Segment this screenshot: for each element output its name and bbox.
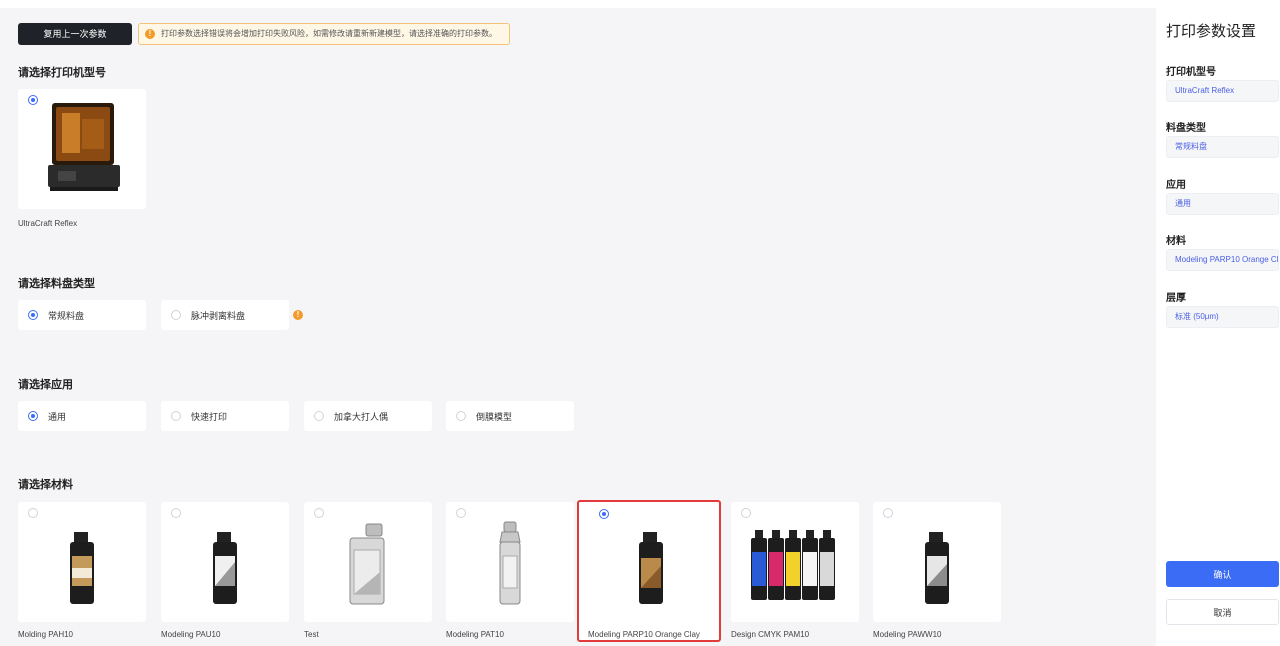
material-radio[interactable] (171, 508, 181, 518)
printer-card-ultracraft[interactable] (18, 89, 146, 209)
usage-option-mold[interactable]: 倒膜模型 (446, 401, 574, 431)
material-radio[interactable] (28, 508, 38, 518)
usage-option-figure[interactable]: 加拿大打人偶 (304, 401, 432, 431)
tray-option-label: 常规料盘 (48, 311, 85, 321)
printer-caption: UltraCraft Reflex (18, 219, 78, 228)
resin-bottle-image (925, 532, 949, 604)
usage-option-general[interactable]: 通用 (18, 401, 146, 431)
printer-model-label: 打印机型号 (1166, 67, 1216, 78)
material-caption: Design CMYK PAM10 (731, 630, 810, 639)
usage-option-label: 倒膜模型 (476, 412, 513, 422)
material-caption: Modeling PAWW10 (873, 630, 942, 639)
top-strip (0, 0, 1280, 8)
tray-type-field[interactable]: 常规料盘 (1166, 136, 1279, 158)
section-title-usage: 请选择应用 (18, 379, 73, 391)
material-caption: Test (304, 630, 319, 639)
tray-radio-regular[interactable] (28, 310, 38, 320)
material-radio[interactable] (456, 508, 466, 518)
material-card-pah10[interactable] (18, 502, 146, 622)
printer-radio[interactable] (28, 95, 38, 105)
material-card-parp10-selected[interactable]: Modeling PARP10 Orange Clay (577, 500, 721, 642)
material-radio[interactable] (883, 508, 893, 518)
settings-panel-title: 打印参数设置 (1166, 23, 1257, 40)
layer-thickness-label: 层厚 (1166, 293, 1186, 304)
usage-label: 应用 (1166, 180, 1186, 191)
cancel-button[interactable]: 取消 (1166, 599, 1279, 625)
usage-radio-figure[interactable] (314, 411, 324, 421)
layer-thickness-field[interactable]: 标准 (50μm) (1166, 306, 1279, 328)
tray-option-pulse[interactable]: 脉冲剥离料盘 (161, 300, 289, 330)
resin-bottle-image (639, 532, 663, 604)
section-title-material: 请选择材料 (18, 479, 73, 491)
material-card-paww10[interactable] (873, 502, 1001, 622)
confirm-button[interactable]: 确认 (1166, 561, 1279, 587)
usage-option-fast[interactable]: 快速打印 (161, 401, 289, 431)
placeholder-bottle-image (349, 523, 385, 605)
material-label: 材料 (1166, 236, 1186, 247)
printer-model-field[interactable]: UltraCraft Reflex (1166, 80, 1279, 102)
material-field[interactable]: Modeling PARP10 Orange Clay (1166, 249, 1279, 271)
material-card-cmyk[interactable] (731, 502, 859, 622)
resin-bottles-set-image (751, 530, 835, 600)
material-radio[interactable] (741, 508, 751, 518)
usage-option-label: 快速打印 (191, 412, 228, 422)
usage-field[interactable]: 通用 (1166, 193, 1279, 215)
settings-panel: 打印参数设置 打印机型号 UltraCraft Reflex 料盘类型 常规料盘… (1156, 8, 1280, 646)
usage-option-label: 通用 (48, 412, 67, 422)
reuse-last-params-button[interactable]: 复用上一次参数 (18, 23, 132, 45)
material-card-pau10[interactable] (161, 502, 289, 622)
tray-info-icon[interactable]: ! (293, 310, 303, 320)
tray-option-regular[interactable]: 常规料盘 (18, 300, 146, 330)
material-caption: Molding PAH10 (18, 630, 73, 639)
usage-radio-fast[interactable] (171, 411, 181, 421)
placeholder-bottle-image (499, 521, 521, 605)
material-caption: Modeling PAU10 (161, 630, 221, 639)
resin-bottle-image (70, 532, 94, 604)
main-area: 复用上一次参数 ! 打印参数选择错误将会增加打印失败风险，如需修改请重新新建模型… (0, 8, 1156, 646)
resin-bottle-image (213, 532, 237, 604)
section-title-printer: 请选择打印机型号 (18, 67, 106, 79)
material-card-test[interactable] (304, 502, 432, 622)
material-radio-selected[interactable] (599, 509, 609, 519)
usage-option-label: 加拿大打人偶 (334, 412, 389, 422)
material-radio[interactable] (314, 508, 324, 518)
usage-radio-general[interactable] (28, 411, 38, 421)
material-card-pat10[interactable] (446, 502, 574, 622)
warning-banner: ! 打印参数选择错误将会增加打印失败风险，如需修改请重新新建模型，请选择准确的打… (138, 23, 510, 45)
section-title-tray: 请选择料盘类型 (18, 278, 95, 290)
tray-radio-pulse[interactable] (171, 310, 181, 320)
printer-image (48, 103, 120, 191)
usage-radio-mold[interactable] (456, 411, 466, 421)
material-caption: Modeling PAT10 (446, 630, 504, 639)
tray-option-label: 脉冲剥离料盘 (191, 311, 246, 321)
warning-icon: ! (145, 29, 155, 39)
warning-text: 打印参数选择错误将会增加打印失败风险，如需修改请重新新建模型，请选择准确的打印参… (161, 29, 497, 38)
material-caption: Modeling PARP10 Orange Clay (588, 630, 700, 639)
tray-type-label: 料盘类型 (1166, 123, 1206, 134)
